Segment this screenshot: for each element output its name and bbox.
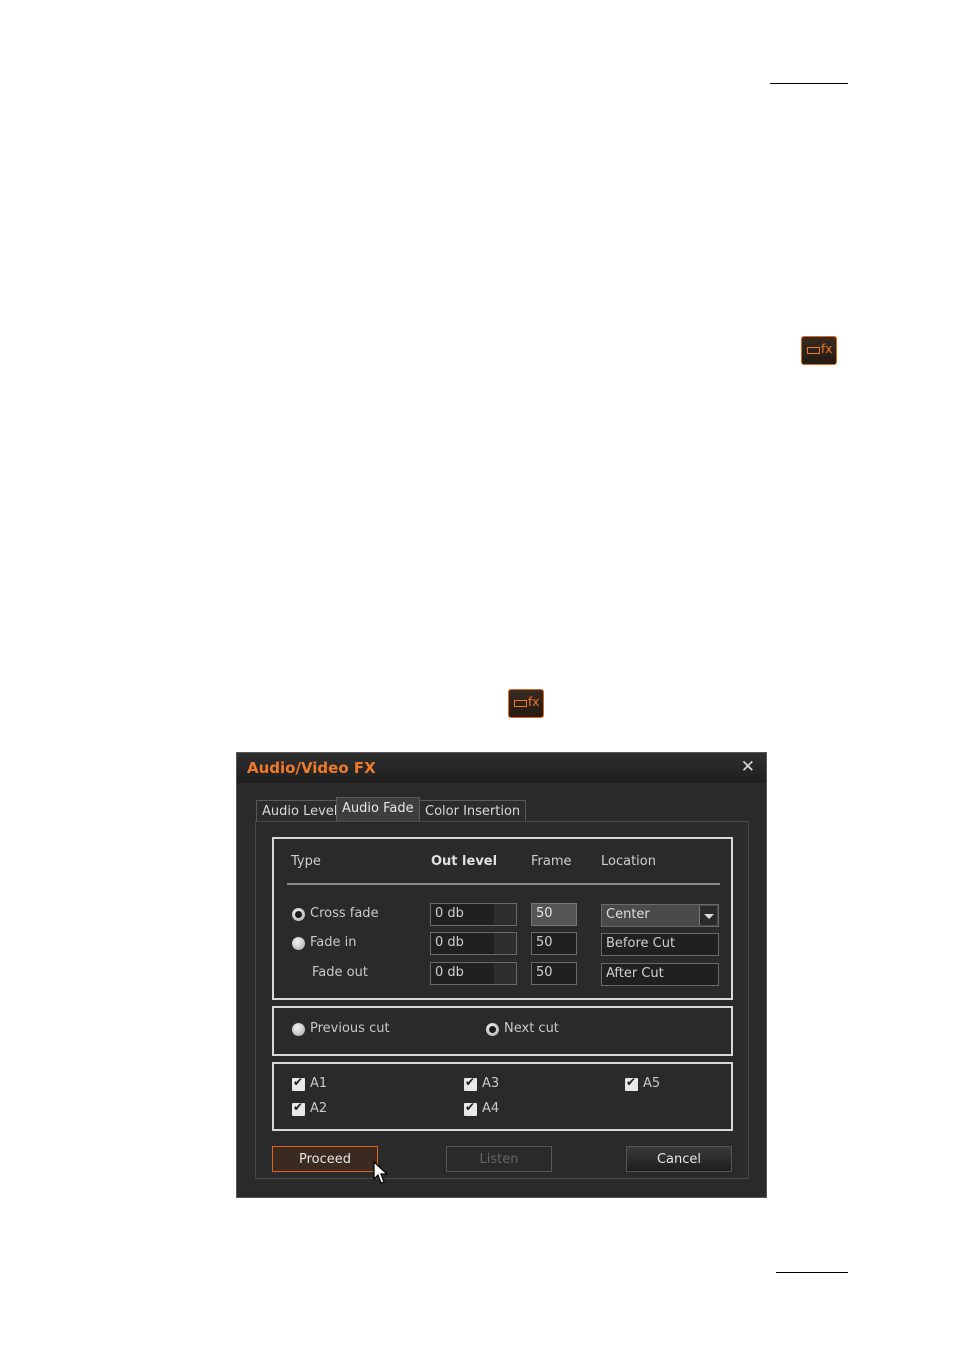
- fx-icon-label: fx: [528, 695, 540, 709]
- fx-button-icon: fx: [801, 336, 837, 365]
- mouse-cursor-icon: [373, 1161, 389, 1184]
- next-cut-radio[interactable]: [486, 1023, 499, 1036]
- cross-fade-frame-field[interactable]: 50: [531, 903, 577, 926]
- footer-rule: [776, 1272, 848, 1273]
- header-rule: [770, 83, 848, 84]
- fade-in-location-field: Before Cut: [601, 933, 719, 956]
- next-cut-label: Next cut: [504, 1021, 559, 1036]
- fade-settings-group: Type Out level Frame Location Cross fade…: [272, 837, 733, 1000]
- listen-button[interactable]: Listen: [446, 1146, 552, 1172]
- previous-cut-radio[interactable]: [292, 1023, 305, 1036]
- tab-audio-level[interactable]: Audio Level: [256, 800, 344, 822]
- track-a5-label: A5: [643, 1076, 661, 1091]
- fade-out-out-level-field[interactable]: 0 db: [430, 962, 517, 985]
- header-type: Type: [291, 854, 321, 869]
- header-frame: Frame: [531, 854, 572, 869]
- cross-fade-label: Cross fade: [310, 906, 379, 921]
- title-bar: Audio/Video FX ✕: [237, 753, 766, 783]
- cancel-button[interactable]: Cancel: [626, 1146, 732, 1172]
- track-a2-checkbox[interactable]: [292, 1100, 305, 1116]
- track-a5-checkbox[interactable]: [625, 1075, 638, 1091]
- audio-video-fx-dialog: Audio/Video FX ✕ Audio Level Audio Fade …: [236, 752, 767, 1198]
- close-icon[interactable]: ✕: [741, 757, 755, 777]
- tab-audio-fade[interactable]: Audio Fade: [336, 797, 420, 822]
- dialog-title: Audio/Video FX: [247, 759, 376, 777]
- fade-in-radio[interactable]: [292, 937, 305, 950]
- clip-rect-icon: [807, 347, 820, 354]
- audio-tracks-group: A1 A2 A3 A4 A5: [272, 1062, 733, 1131]
- clip-rect-icon: [514, 700, 527, 707]
- track-a1-label: A1: [310, 1076, 328, 1091]
- track-a1-checkbox[interactable]: [292, 1075, 305, 1091]
- header-divider: [287, 883, 720, 885]
- tab-color-insertion[interactable]: Color Insertion: [419, 800, 527, 822]
- cross-fade-out-level-field[interactable]: 0 db: [430, 903, 517, 926]
- cross-fade-radio[interactable]: [292, 908, 305, 921]
- chevron-down-icon[interactable]: [699, 906, 717, 925]
- track-a4-checkbox[interactable]: [464, 1100, 477, 1116]
- cross-fade-location-select[interactable]: Center: [601, 904, 719, 927]
- track-a3-label: A3: [482, 1076, 500, 1091]
- fx-icon-label: fx: [821, 342, 833, 356]
- header-out-level: Out level: [431, 854, 498, 869]
- fx-button-icon-inline: fx: [508, 689, 544, 718]
- track-a2-label: A2: [310, 1101, 328, 1116]
- fade-in-out-level-field[interactable]: 0 db: [430, 932, 517, 955]
- fade-out-label: Fade out: [312, 965, 368, 980]
- previous-cut-label: Previous cut: [310, 1021, 390, 1036]
- track-a3-checkbox[interactable]: [464, 1075, 477, 1091]
- fade-in-frame-field[interactable]: 50: [531, 932, 577, 955]
- fade-out-location-field: After Cut: [601, 963, 719, 986]
- proceed-button[interactable]: Proceed: [272, 1146, 378, 1172]
- header-location: Location: [601, 854, 656, 869]
- track-a4-label: A4: [482, 1101, 500, 1116]
- cut-selection-group: Previous cut Next cut: [272, 1006, 733, 1056]
- fade-in-label: Fade in: [310, 935, 357, 950]
- fade-out-frame-field[interactable]: 50: [531, 962, 577, 985]
